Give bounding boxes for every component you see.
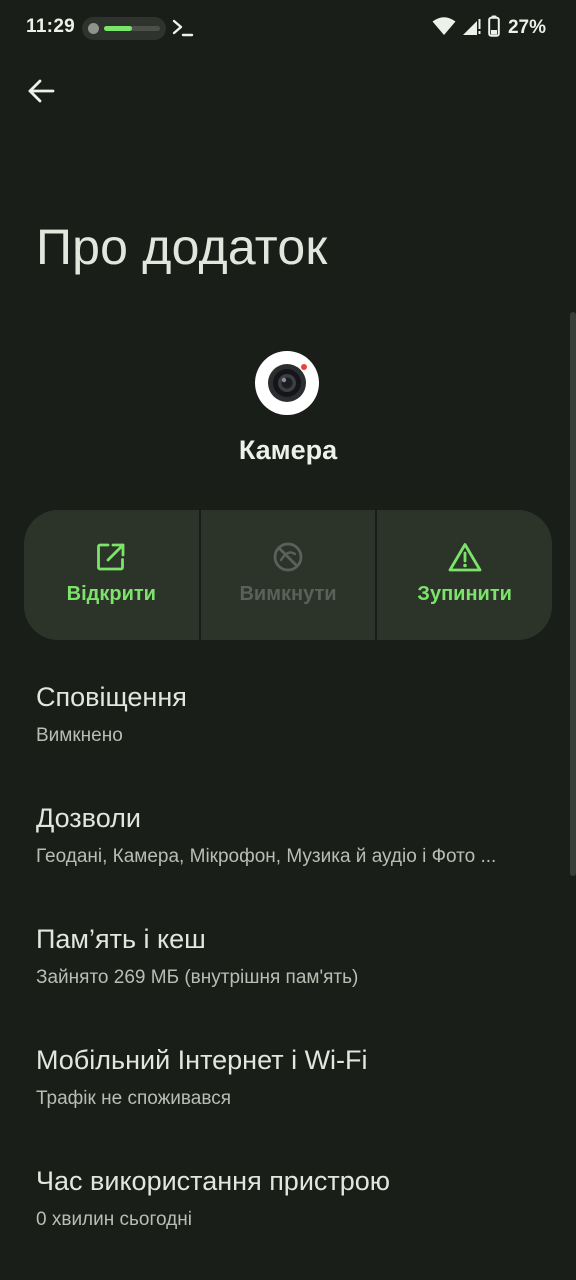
settings-item-title: Пам’ять і кеш (36, 924, 206, 954)
settings-item-notifications[interactable]: Сповіщення Вимкнено (0, 668, 576, 789)
settings-item-summary: Геодані, Камера, Мікрофон, Музика й ауді… (36, 846, 497, 867)
settings-item-title: Мобільний Інтернет і Wi-Fi (36, 1045, 368, 1075)
progress-track (104, 26, 160, 31)
arrow-back-icon (27, 77, 55, 110)
battery-percent: 27% (507, 17, 546, 38)
settings-item-screen-time[interactable]: Час використання пристрою 0 хвилин сього… (0, 1152, 576, 1273)
settings-item-summary: Вимкнено (36, 725, 123, 746)
terminal-icon (172, 15, 194, 39)
settings-item-storage[interactable]: Пам’ять і кеш Зайнято 269 МБ (внутрішня … (0, 910, 576, 1031)
open-button[interactable]: Відкрити (24, 510, 199, 640)
force-stop-button[interactable]: Зупинити (377, 510, 552, 640)
status-right-group: 27% (432, 15, 546, 41)
settings-list: Сповіщення Вимкнено Дозволи Геодані, Кам… (0, 668, 576, 1273)
record-dot-icon (88, 23, 99, 34)
settings-item-permissions[interactable]: Дозволи Геодані, Камера, Мікрофон, Музик… (0, 789, 576, 910)
progress-fill (104, 26, 132, 31)
action-buttons: Відкрити Вимкнути Зупинити (24, 510, 552, 640)
settings-item-title: Сповіщення (36, 682, 187, 712)
app-name: Камера (238, 435, 338, 465)
warning-icon (448, 540, 482, 574)
back-button[interactable] (22, 74, 60, 112)
app-info-screen: 11:29 27% Про додаток Камера Відкрити Ви… (0, 0, 576, 1280)
settings-item-mobile-data[interactable]: Мобільний Інтернет і Wi-Fi Трафік не спо… (0, 1031, 576, 1152)
settings-item-title: Час використання пристрою (36, 1166, 391, 1196)
camera-app-icon (255, 351, 319, 415)
settings-item-summary: 0 хвилин сьогодні (36, 1209, 192, 1230)
open-external-icon (94, 540, 128, 574)
progress-chip (82, 17, 166, 40)
battery-icon (488, 15, 500, 42)
page-title: Про додаток (36, 219, 328, 275)
open-button-label: Відкрити (66, 583, 156, 605)
settings-item-title: Дозволи (36, 803, 141, 833)
status-bar: 11:29 27% (0, 0, 576, 56)
disable-button[interactable]: Вимкнути (200, 510, 376, 640)
settings-item-summary: Трафік не споживався (36, 1088, 232, 1109)
disable-button-label: Вимкнути (239, 583, 337, 605)
signal-icon (462, 16, 482, 41)
force-stop-button-label: Зупинити (417, 583, 512, 605)
disable-icon (271, 540, 305, 574)
settings-item-summary: Зайнято 269 МБ (внутрішня пам'ять) (36, 967, 359, 988)
status-time: 11:29 (26, 16, 76, 37)
wifi-icon (432, 16, 456, 41)
